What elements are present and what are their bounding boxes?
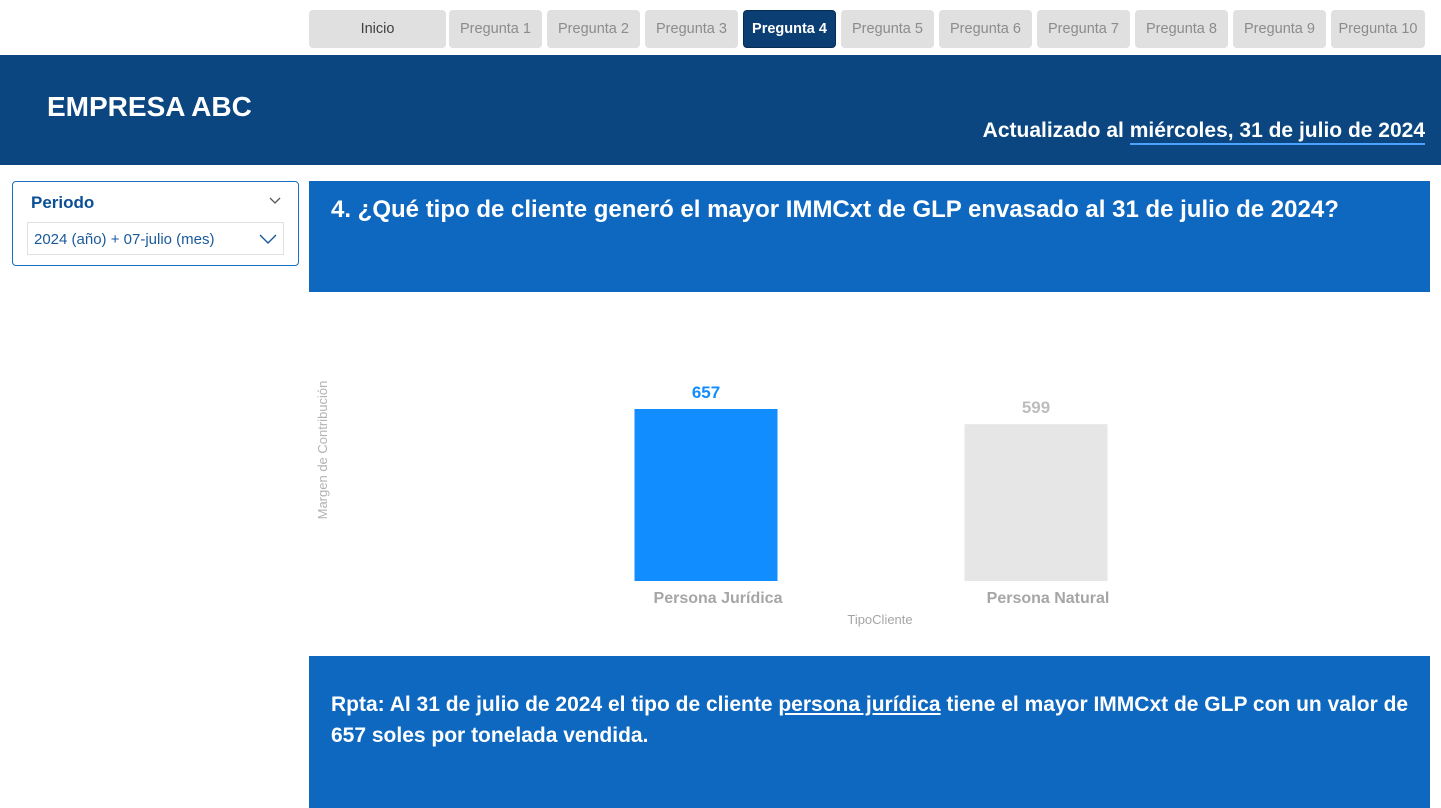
nav-button-inicio[interactable]: Inicio xyxy=(309,10,446,48)
company-name: EMPRESA ABC xyxy=(47,91,252,122)
header-banner: EMPRESA ABC Actualizado al miércoles, 31… xyxy=(0,55,1441,165)
question-panel: 4. ¿Qué tipo de cliente generó el mayor … xyxy=(309,181,1430,292)
x-tick-label: Persona Natural xyxy=(987,590,1110,607)
updated-date: miércoles, 31 de julio de 2024 xyxy=(1129,119,1425,145)
period-dropdown-value: 2024 (año) + 07-julio (mes) xyxy=(34,231,215,248)
bar xyxy=(964,424,1108,581)
bar xyxy=(634,409,778,581)
x-tick-label: Persona Jurídica xyxy=(654,590,783,607)
last-updated: Actualizado al miércoles, 31 de julio de… xyxy=(982,119,1425,145)
bar-chart: 657 Persona Jurídica 599 Persona Natural Tip… xyxy=(315,381,1110,627)
slicer-title: Periodo xyxy=(31,193,95,212)
nav-button-pregunta-3[interactable]: Pregunta 3 xyxy=(645,10,738,48)
chevron-down-icon[interactable] xyxy=(268,194,282,208)
nav-button-pregunta-8[interactable]: Pregunta 8 xyxy=(1135,10,1228,48)
answer-prefix: Rpta: Al 31 de julio de 2024 el tipo de … xyxy=(331,693,779,716)
nav-button-pregunta-7[interactable]: Pregunta 7 xyxy=(1037,10,1130,48)
nav-button-pregunta-6[interactable]: Pregunta 6 xyxy=(939,10,1032,48)
nav-button-pregunta-5[interactable]: Pregunta 5 xyxy=(841,10,934,48)
updated-prefix: Actualizado al xyxy=(982,119,1130,142)
page-navigation: Inicio Pregunta 1 Pregunta 2 Pregunta 3 Preg… xyxy=(0,10,1441,48)
chevron-down-icon xyxy=(259,234,277,244)
nav-button-pregunta-9[interactable]: Pregunta 9 xyxy=(1233,10,1326,48)
nav-button-pregunta-10[interactable]: Pregunta 10 xyxy=(1331,10,1425,48)
nav-button-pregunta-4[interactable]: Pregunta 4 xyxy=(743,10,836,48)
answer-highlight: persona jurídica xyxy=(778,693,941,716)
nav-button-pregunta-1[interactable]: Pregunta 1 xyxy=(449,10,542,48)
data-label: 599 xyxy=(1022,398,1050,417)
y-axis-title: Margen de Contribución xyxy=(315,381,330,520)
answer-text: Rpta: Al 31 de julio de 2024 el tipo de … xyxy=(331,689,1411,751)
question-text: 4. ¿Qué tipo de cliente generó el mayor … xyxy=(331,196,1339,223)
nav-button-pregunta-2[interactable]: Pregunta 2 xyxy=(547,10,640,48)
x-axis-title: TipoCliente xyxy=(847,612,912,627)
period-dropdown[interactable]: 2024 (año) + 07-julio (mes) xyxy=(27,222,284,255)
answer-panel: Rpta: Al 31 de julio de 2024 el tipo de … xyxy=(309,656,1430,808)
period-slicer: Periodo 2024 (año) + 07-julio (mes) xyxy=(12,181,299,266)
data-label: 657 xyxy=(692,383,720,402)
